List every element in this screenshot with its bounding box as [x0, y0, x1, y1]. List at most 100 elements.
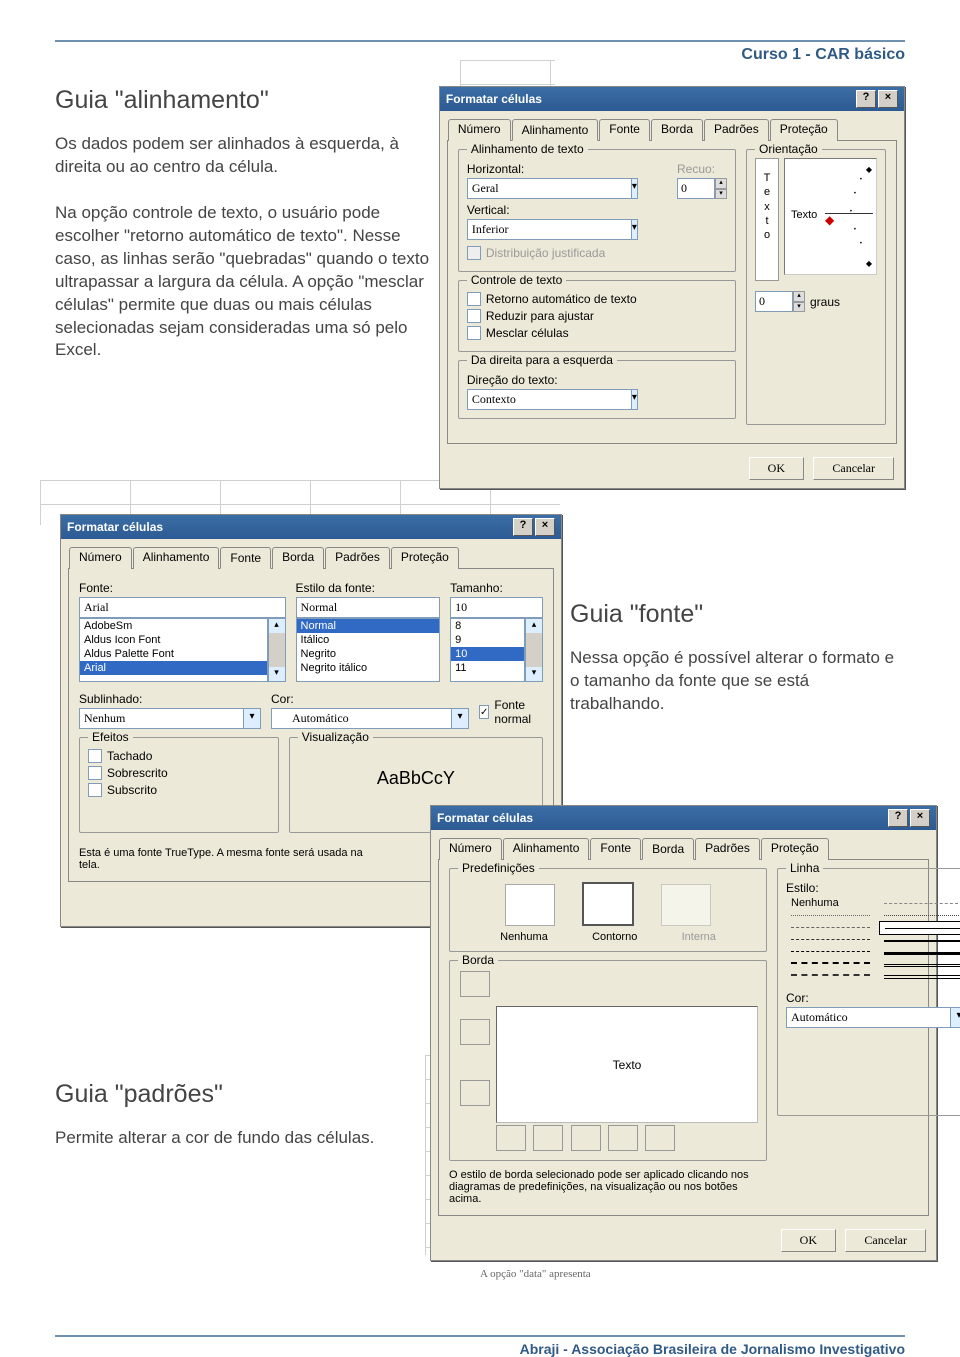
group-linha: Linha Estilo: Nenhuma — [777, 868, 960, 1116]
ok-button[interactable]: OK — [781, 1229, 836, 1252]
combo-cor-borda[interactable]: ▾ — [786, 1007, 960, 1028]
close-icon[interactable]: × — [878, 90, 898, 108]
list-fonte[interactable]: AdobeSm Aldus Icon Font Aldus Palette Fo… — [79, 618, 268, 682]
tab-numero[interactable]: Número — [69, 547, 132, 569]
label-text-direction: Direção do texto: — [467, 373, 727, 387]
close-icon[interactable]: × — [910, 809, 930, 827]
tab-numero[interactable]: Número — [448, 119, 511, 141]
spinner-degrees[interactable]: ▴▾ — [755, 291, 805, 312]
check-fonte-normal[interactable]: ✓Fonte normal — [479, 698, 543, 726]
tab-padroes[interactable]: Padrões — [704, 119, 769, 141]
page-footer: Abraji - Associação Brasileira de Jornal… — [55, 1335, 905, 1357]
label-tamanho: Tamanho: — [450, 581, 543, 595]
check-sobrescrito[interactable]: Sobrescrito — [88, 766, 270, 780]
tab-numero[interactable]: Número — [439, 838, 502, 860]
check-distrib-justificada: Distribuição justificada — [467, 246, 667, 260]
tab-protecao[interactable]: Proteção — [761, 838, 829, 860]
tab-protecao[interactable]: Proteção — [770, 119, 838, 141]
group-efeitos: Efeitos Tachado Sobrescrito Subscrito — [79, 737, 279, 833]
border-right-button[interactable] — [608, 1125, 638, 1151]
tab-fonte[interactable]: Fonte — [590, 838, 641, 860]
tab-borda[interactable]: Borda — [272, 547, 324, 569]
border-diag2-button[interactable] — [645, 1125, 675, 1151]
help-icon[interactable]: ? — [856, 90, 876, 108]
input-estilo[interactable] — [296, 597, 441, 618]
label-estilo: Estilo da fonte: — [296, 581, 441, 595]
scrollbar[interactable]: ▴▾ — [268, 618, 286, 682]
font-preview: AaBbCcY — [298, 746, 534, 789]
section3-text: Permite alterar a cor de fundo das célul… — [55, 1127, 385, 1150]
group-orientation: Orientação T e x t o Texto ◆ ◆ • • • • •… — [746, 149, 886, 425]
group-rtl: Da direita para a esquerda Direção do te… — [458, 360, 736, 419]
group-alignment: Alinhamento de texto Horizontal: ▾ Verti… — [458, 149, 736, 272]
spinner-recuo[interactable]: ▴▾ — [677, 178, 727, 199]
tab-alinhamento[interactable]: Alinhamento — [503, 838, 590, 860]
label-cor: Cor: — [271, 692, 469, 706]
tab-protecao[interactable]: Proteção — [391, 547, 459, 569]
group-predefinicoes: Predefinições NenhumaContornoInterna — [449, 868, 767, 952]
tabs: Número Alinhamento Fonte Borda Padrões P… — [440, 111, 904, 140]
orientation-dial[interactable]: Texto ◆ ◆ • • • • • ◆ — [784, 158, 877, 275]
label-cor-borda: Cor: — [786, 991, 960, 1005]
tab-padroes[interactable]: Padrões — [695, 838, 760, 860]
list-estilo[interactable]: Normal Itálico Negrito Negrito itálico — [296, 618, 441, 682]
section2-text: Nessa opção é possível alterar o formato… — [570, 647, 905, 716]
label-vertical: Vertical: — [467, 203, 667, 217]
line-style-picker[interactable]: Nenhuma — [786, 897, 960, 983]
label-sublinhado: Sublinhado: — [79, 692, 261, 706]
scrollbar[interactable]: ▴▾ — [525, 618, 543, 682]
tab-fonte[interactable]: Fonte — [220, 547, 271, 569]
check-tachado[interactable]: Tachado — [88, 749, 270, 763]
fragment-text: A opção "data" apresenta — [480, 1268, 591, 1280]
check-shrink-fit[interactable]: Reduzir para ajustar — [467, 309, 727, 323]
close-icon[interactable]: × — [535, 518, 555, 536]
border-left-button[interactable] — [533, 1125, 563, 1151]
border-note: O estilo de borda selecionado pode ser a… — [449, 1169, 767, 1205]
check-merge-cells[interactable]: Mesclar células — [467, 326, 727, 340]
tab-padroes[interactable]: Padrões — [325, 547, 390, 569]
label-fonte: Fonte: — [79, 581, 286, 595]
section1-text: Os dados podem ser alinhados à esquerda,… — [55, 133, 434, 362]
combo-cor[interactable]: ▾ — [271, 708, 469, 729]
help-icon[interactable]: ? — [888, 809, 908, 827]
help-icon[interactable]: ? — [513, 518, 533, 536]
label-recuo: Recuo: — [677, 162, 727, 176]
section1-title: Guia "alinhamento" — [55, 86, 434, 115]
list-tamanho[interactable]: 8 9 10 11 — [450, 618, 525, 682]
section2-title: Guia "fonte" — [570, 600, 905, 629]
dialog-format-cells-alignment: Formatar células ? × Número Alinhamento … — [439, 86, 905, 489]
tab-alinhamento[interactable]: Alinhamento — [133, 547, 220, 569]
border-diag1-button[interactable] — [496, 1125, 526, 1151]
tab-borda[interactable]: Borda — [651, 119, 703, 141]
cancel-button[interactable]: Cancelar — [845, 1229, 926, 1252]
label-graus: graus — [810, 295, 840, 309]
cancel-button[interactable]: Cancelar — [813, 457, 894, 480]
combo-vertical[interactable]: ▾ — [467, 219, 627, 240]
tab-fonte[interactable]: Fonte — [599, 119, 650, 141]
border-preview[interactable]: Texto — [496, 1006, 758, 1123]
titlebar: Formatar células ? × — [440, 87, 904, 111]
dialog-format-cells-border: Formatar células ? × Número Alinhamento … — [430, 805, 937, 1261]
vertical-text-button[interactable]: T e x t o — [755, 158, 779, 281]
combo-text-direction[interactable]: ▾ — [467, 389, 627, 410]
border-top-button[interactable] — [460, 971, 490, 997]
label-horizontal: Horizontal: — [467, 162, 667, 176]
tab-alinhamento[interactable]: Alinhamento — [512, 119, 599, 141]
combo-horizontal[interactable]: ▾ — [467, 178, 627, 199]
check-wrap-text[interactable]: Retorno automático de texto — [467, 292, 727, 306]
border-mid-h-button[interactable] — [460, 1019, 490, 1045]
group-borda: Borda Texto — [449, 960, 767, 1161]
group-text-control: Controle de texto Retorno automático de … — [458, 280, 736, 352]
preset-inside — [661, 884, 711, 926]
combo-sublinhado[interactable]: ▾ — [79, 708, 261, 729]
border-bottom-button[interactable] — [460, 1080, 490, 1106]
input-tamanho[interactable] — [450, 597, 543, 618]
input-fonte[interactable] — [79, 597, 286, 618]
section3-title: Guia "padrões" — [55, 1080, 385, 1109]
border-mid-v-button[interactable] — [571, 1125, 601, 1151]
preset-none[interactable] — [505, 884, 555, 926]
check-subscrito[interactable]: Subscrito — [88, 783, 270, 797]
preset-outline[interactable] — [582, 882, 634, 926]
tab-borda[interactable]: Borda — [642, 838, 694, 860]
ok-button[interactable]: OK — [749, 457, 804, 480]
